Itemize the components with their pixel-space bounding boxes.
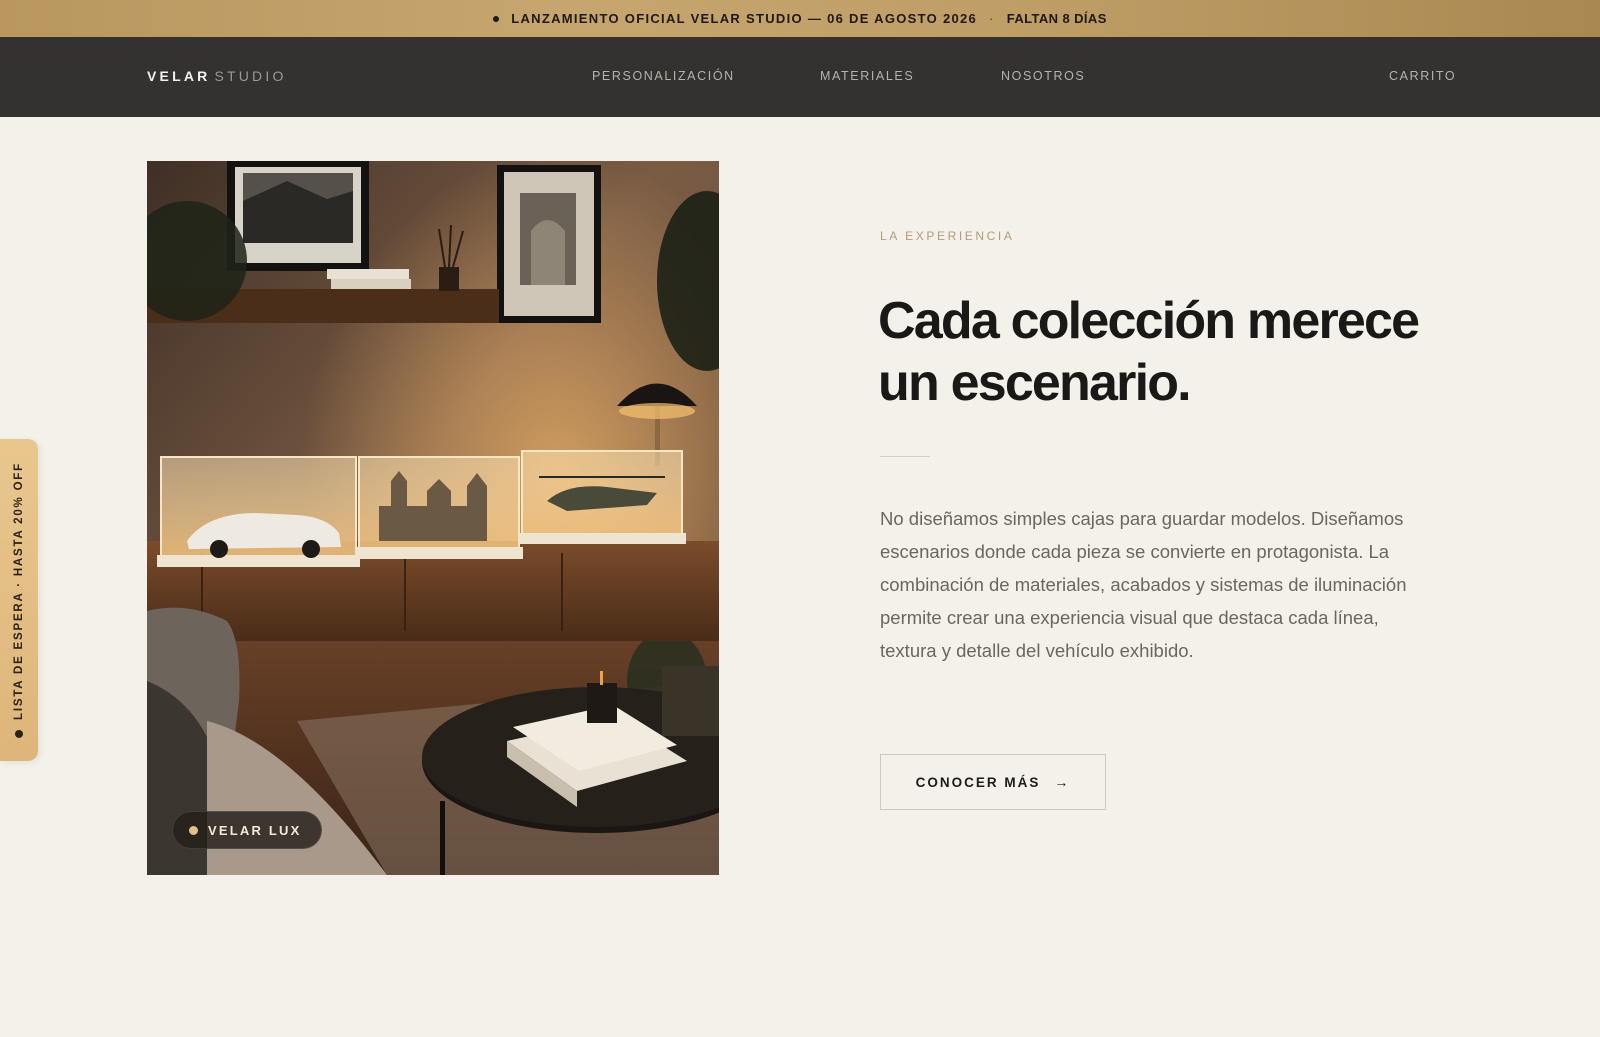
headline-line-2: un escenario. xyxy=(878,354,1192,412)
headline-line-1: Cada colección merece xyxy=(878,292,1420,350)
section-headline: Cada colección merece un escenario. xyxy=(878,290,1478,414)
brand-primary: VELAR xyxy=(147,68,211,84)
bullet-icon xyxy=(15,729,23,738)
nav-link-personalizacion[interactable]: PERSONALIZACIÓN xyxy=(592,69,735,83)
waitlist-tab-content: LISTA DE ESPERA · HASTA 20% OFF xyxy=(13,462,25,738)
nav-link-materiales[interactable]: MATERIALES xyxy=(820,69,914,83)
learn-more-button[interactable]: CONOCER MÁS → xyxy=(880,754,1106,810)
brand-logo[interactable]: VELAR STUDIO xyxy=(147,68,287,84)
hero-image: VELAR LUX xyxy=(147,161,719,875)
waitlist-label: LISTA DE ESPERA · HASTA 20% OFF xyxy=(13,462,25,720)
announcement-bar: LANZAMIENTO OFICIAL VELAR STUDIO — 06 DE… xyxy=(0,0,1600,37)
divider xyxy=(880,456,930,457)
product-badge: VELAR LUX xyxy=(172,811,323,849)
product-badge-label: VELAR LUX xyxy=(208,822,302,838)
display-case-castle xyxy=(355,456,523,559)
section-eyebrow: LA EXPERIENCIA xyxy=(880,229,1015,243)
nav-link-nosotros[interactable]: NOSOTROS xyxy=(1001,69,1085,83)
cart-link[interactable]: CARRITO xyxy=(1389,69,1456,83)
main-nav: VELAR STUDIO PERSONALIZACIÓN MATERIALES N… xyxy=(0,37,1600,117)
waitlist-side-tab[interactable]: LISTA DE ESPERA · HASTA 20% OFF xyxy=(0,439,38,761)
announcement-text: LANZAMIENTO OFICIAL VELAR STUDIO — 06 DE… xyxy=(511,11,978,26)
badge-dot-icon xyxy=(189,825,198,835)
learn-more-label: CONOCER MÁS xyxy=(915,774,1041,790)
arrow-right-icon: → xyxy=(1054,774,1071,790)
section-body: No diseñamos simples cajas para guardar … xyxy=(880,508,1407,661)
brand-secondary: STUDIO xyxy=(214,68,287,84)
countdown-text: FALTAN 8 DÍAS xyxy=(1006,11,1107,26)
bullet-icon xyxy=(493,15,500,22)
display-case-helicopter xyxy=(518,450,686,544)
display-case-car xyxy=(157,456,360,567)
announcement-separator: · xyxy=(989,11,995,26)
living-room-illustration xyxy=(147,161,719,875)
